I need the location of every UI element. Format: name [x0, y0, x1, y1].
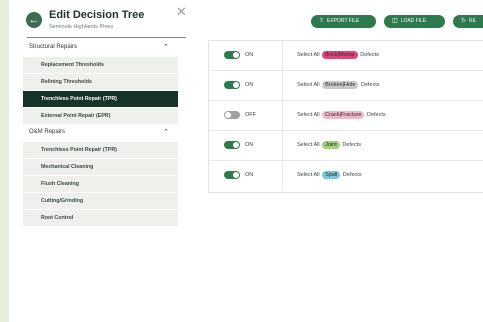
sidebar-item-label: Mechanical Cleaning: [41, 164, 94, 170]
reset-label: RE: [469, 18, 476, 24]
column-divider: [282, 101, 283, 130]
sidebar-item-tpr-om[interactable]: Trenchless Point Repair (TPR): [23, 142, 178, 158]
toggle-switch[interactable]: [224, 81, 240, 89]
defect-tag: Spall: [322, 171, 341, 179]
toggle-knob: [225, 112, 231, 118]
sidebar-item-label: Trenchless Point Repair (TPR): [41, 96, 117, 102]
sidebar-item-mechanical-cleaning[interactable]: Mechanical Cleaning: [23, 159, 178, 175]
toggle-state-label: ON: [245, 142, 254, 148]
section-header-om-repairs[interactable]: O&M Repairs ⌃: [23, 126, 178, 140]
page-title: Edit Decision Tree: [49, 9, 145, 21]
section-label: Structural Repairs: [29, 44, 78, 50]
sidebar-item-label: Relining Thresholds: [41, 79, 92, 85]
sidebar-item-cutting-grinding[interactable]: Cutting/Grinding: [23, 193, 178, 209]
table-row: ON Select All Joint Defects: [209, 131, 483, 161]
row-description: Select All Broken|Hole Defects: [297, 81, 380, 89]
arrow-left-icon: ←: [28, 14, 40, 26]
defects-text: Defects: [342, 172, 362, 178]
sidebar-item-label: Trenchless Point Repair (TPR): [41, 147, 117, 153]
export-file-label: EXPORT FILE: [327, 18, 360, 24]
column-divider: [282, 161, 283, 190]
defect-tag: Joint: [322, 141, 340, 149]
sidebar: ← Edit Decision Tree Seminole Highlands …: [9, 0, 191, 322]
load-file-button[interactable]: ◫ LOAD FILE: [384, 15, 445, 28]
close-icon[interactable]: ✕: [176, 5, 187, 18]
sidebar-item-root-control[interactable]: Root Control: [23, 210, 178, 226]
toggle-knob: [233, 172, 239, 178]
table-row: OFF Select All Crack|Fracture Defects: [209, 101, 483, 131]
sidebar-item-label: External Point Repair (EPR): [41, 113, 111, 119]
defects-text: Defects: [360, 52, 379, 58]
defect-tag: Crack|Fracture: [322, 111, 365, 119]
select-all-text: Select All: [297, 142, 320, 148]
toggle-state-label: ON: [245, 172, 254, 178]
folder-open-icon: ◫: [392, 18, 398, 24]
main-panel: ⇧ EXPORT FILE ◫ LOAD FILE ↻ RE ON Select Al…: [191, 0, 483, 322]
column-divider: [282, 71, 283, 100]
row-description: Select All Spall Defects: [297, 171, 362, 179]
sidebar-item-label: Root Control: [41, 215, 74, 221]
table-row: ON Select All Broken|Hole Defects: [209, 71, 483, 101]
toggle-state-label: OFF: [245, 112, 256, 118]
sidebar-header: ← Edit Decision Tree Seminole Highlands …: [9, 0, 191, 40]
select-all-text: Select All: [297, 172, 320, 178]
back-button[interactable]: ←: [26, 12, 42, 28]
toggle-switch[interactable]: [224, 141, 240, 149]
section-header-structural-repairs[interactable]: Structural Repairs ⌃: [23, 41, 178, 55]
toggle-knob: [233, 52, 239, 58]
defects-text: Defects: [342, 142, 361, 148]
select-all-text: Select All: [297, 112, 320, 118]
refresh-icon: ↻: [461, 18, 467, 24]
section-label: O&M Repairs: [29, 129, 66, 135]
toggle-switch[interactable]: [224, 171, 240, 179]
header-divider: [27, 37, 186, 38]
sidebar-item-label: Flush Cleaning: [41, 181, 79, 187]
toolbar: ⇧ EXPORT FILE ◫ LOAD FILE ↻ RE: [191, 0, 483, 40]
toggle-knob: [233, 82, 239, 88]
table-row: ON Select All Brick|Mortar Defects: [209, 41, 483, 71]
defect-tag: Brick|Mortar: [322, 51, 358, 59]
upload-icon: ⇧: [319, 18, 325, 24]
toggle-switch[interactable]: [224, 51, 240, 59]
page-subtitle: Seminole Highlands Pines: [49, 24, 114, 30]
sidebar-item-flush-cleaning[interactable]: Flush Cleaning: [23, 176, 178, 192]
table-row: ON Select All Spall Defects: [209, 161, 483, 190]
column-divider: [282, 131, 283, 160]
defects-text: Defects: [366, 112, 386, 118]
sidebar-item-epr[interactable]: External Point Repair (EPR): [23, 108, 178, 124]
toggle-knob: [233, 142, 239, 148]
sidebar-item-relining-thresholds[interactable]: Relining Thresholds: [23, 74, 178, 90]
select-all-text: Select All: [297, 52, 320, 58]
column-divider: [282, 41, 283, 70]
defects-text: Defects: [360, 82, 380, 88]
defect-tag: Broken|Hole: [322, 81, 359, 89]
chevron-up-icon: ⌃: [163, 44, 169, 51]
sidebar-item-replacement-thresholds[interactable]: Replacement Thresholds: [23, 57, 178, 73]
sidebar-item-tpr-structural[interactable]: Trenchless Point Repair (TPR): [23, 91, 178, 107]
sidebar-item-label: Replacement Thresholds: [41, 62, 104, 68]
sidebar-item-label: Cutting/Grinding: [41, 198, 84, 204]
export-file-button[interactable]: ⇧ EXPORT FILE: [311, 15, 376, 28]
select-all-text: Select All: [297, 82, 320, 88]
toggle-switch[interactable]: [224, 111, 240, 119]
chevron-up-icon: ⌃: [163, 129, 169, 136]
row-description: Select All Joint Defects: [297, 141, 361, 149]
row-description: Select All Crack|Fracture Defects: [297, 111, 386, 119]
reset-button[interactable]: ↻ RE: [453, 15, 483, 28]
defect-selection-table: ON Select All Brick|Mortar Defects ON Se…: [208, 40, 483, 193]
load-file-label: LOAD FILE: [400, 18, 427, 24]
toggle-state-label: ON: [245, 52, 254, 58]
row-description: Select All Brick|Mortar Defects: [297, 51, 379, 59]
toggle-state-label: ON: [245, 82, 254, 88]
